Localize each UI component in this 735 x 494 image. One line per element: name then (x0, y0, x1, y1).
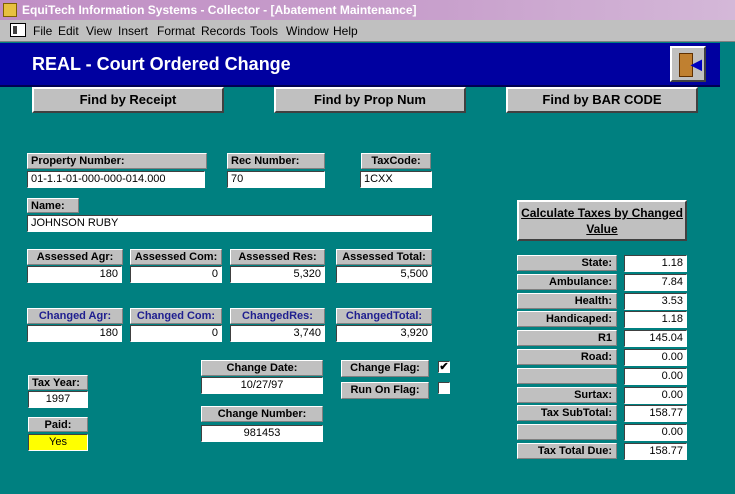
tax-row-value[interactable]: 158.77 (624, 405, 687, 422)
exit-button[interactable]: ◀ (670, 46, 706, 82)
arrow-left-icon: ◀ (691, 56, 702, 72)
run-on-flag-checkbox[interactable] (438, 382, 450, 394)
changed-total-label: ChangedTotal: (336, 308, 432, 324)
tax-row-value[interactable]: 0.00 (624, 424, 687, 441)
document-icon[interactable] (10, 23, 26, 37)
assessed-res-field[interactable]: 5,320 (230, 266, 325, 283)
assessed-res-label: Assessed Res: (230, 249, 325, 265)
change-date-label: Change Date: (201, 360, 323, 376)
tax-row-label (517, 424, 617, 440)
changed-agr-label: Changed Agr: (27, 308, 123, 324)
tax-row-label: Road: (517, 349, 617, 365)
name-label: Name: (27, 198, 79, 213)
menu-window[interactable]: Window (286, 24, 329, 38)
menu-tools[interactable]: Tools (250, 24, 278, 38)
tax-row-label: Ambulance: (517, 274, 617, 290)
change-number-field[interactable]: 981453 (201, 425, 323, 442)
tax-row-value[interactable]: 0.00 (624, 349, 687, 366)
assessed-com-label: Assessed Com: (130, 249, 222, 265)
menu-records[interactable]: Records (201, 24, 246, 38)
tax-row-value[interactable]: 1.18 (624, 311, 687, 328)
menu-view[interactable]: View (86, 24, 112, 38)
tax-row-value[interactable]: 0.00 (624, 368, 687, 385)
changed-total-field[interactable]: 3,920 (336, 325, 432, 342)
property-number-label: Property Number: (27, 153, 207, 169)
tax-row-value[interactable]: 158.77 (624, 443, 687, 460)
assessed-total-label: Assessed Total: (336, 249, 432, 265)
tax-row-label: Health: (517, 293, 617, 309)
tax-row-label: R1 (517, 330, 617, 346)
find-by-prop-num-button[interactable]: Find by Prop Num (274, 87, 466, 113)
change-flag-checkbox[interactable]: ✔ (438, 361, 450, 373)
changed-agr-field[interactable]: 180 (27, 325, 122, 342)
tax-year-field[interactable]: 1997 (28, 391, 88, 408)
menu-help[interactable]: Help (333, 24, 358, 38)
tax-row-label: Tax Total Due: (517, 443, 617, 459)
assessed-agr-field[interactable]: 180 (27, 266, 122, 283)
taxcode-label: TaxCode: (361, 153, 431, 169)
tax-row-value[interactable]: 145.04 (624, 330, 687, 347)
tax-row-label: Surtax: (517, 387, 617, 403)
tax-year-label: Tax Year: (28, 375, 88, 390)
menu-edit[interactable]: Edit (58, 24, 79, 38)
menu-file[interactable]: File (33, 24, 52, 38)
app-icon (3, 3, 17, 17)
changed-res-label: ChangedRes: (230, 308, 325, 324)
tax-row-value[interactable]: 7.84 (624, 274, 687, 291)
right-edge (720, 43, 735, 494)
form-header: REAL - Court Ordered Change ◀ (0, 43, 720, 87)
rec-number-field[interactable]: 70 (227, 171, 325, 188)
find-by-barcode-button[interactable]: Find by BAR CODE (506, 87, 698, 113)
tax-row-value[interactable]: 1.18 (624, 255, 687, 272)
paid-field[interactable]: Yes (28, 434, 88, 451)
property-number-field[interactable]: 01-1.1-01-000-000-014.000 (27, 171, 205, 188)
calculate-taxes-label: Calculate Taxes by Changed Value (521, 206, 683, 236)
menu-format[interactable]: Format (157, 24, 195, 38)
assessed-total-field[interactable]: 5,500 (336, 266, 432, 283)
run-on-flag-label: Run On Flag: (341, 382, 429, 399)
taxcode-field[interactable]: 1CXX (360, 171, 432, 188)
changed-com-label: Changed Com: (130, 308, 222, 324)
changed-res-field[interactable]: 3,740 (230, 325, 325, 342)
tax-row-label: Tax SubTotal: (517, 405, 617, 421)
tax-row-label: State: (517, 255, 617, 271)
menu-insert[interactable]: Insert (118, 24, 148, 38)
find-by-receipt-button[interactable]: Find by Receipt (32, 87, 224, 113)
changed-com-field[interactable]: 0 (130, 325, 222, 342)
change-number-label: Change Number: (201, 406, 323, 422)
rec-number-label: Rec Number: (227, 153, 325, 169)
change-flag-label: Change Flag: (341, 360, 429, 377)
window-title: EquiTech Information Systems - Collector… (22, 3, 417, 17)
assessed-agr-label: Assessed Agr: (27, 249, 123, 265)
tax-row-value[interactable]: 0.00 (624, 387, 687, 404)
tax-row-value[interactable]: 3.53 (624, 293, 687, 310)
form-title: REAL - Court Ordered Change (32, 54, 291, 74)
paid-label: Paid: (28, 417, 88, 432)
calculate-taxes-button[interactable]: Calculate Taxes by Changed Value (517, 200, 687, 241)
change-date-field[interactable]: 10/27/97 (201, 377, 323, 394)
name-field[interactable]: JOHNSON RUBY (27, 215, 432, 232)
title-bar: EquiTech Information Systems - Collector… (0, 0, 735, 20)
tax-row-label (517, 368, 617, 384)
assessed-com-field[interactable]: 0 (130, 266, 222, 283)
menu-bar: File Edit View Insert Format Records Too… (0, 20, 735, 42)
tax-row-label: Handicaped: (517, 311, 617, 327)
